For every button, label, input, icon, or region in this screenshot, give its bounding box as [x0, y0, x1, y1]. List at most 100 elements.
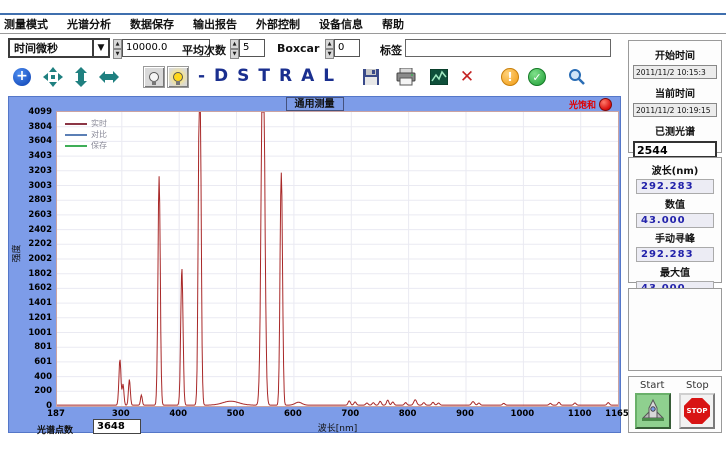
- mode-dropdown[interactable]: 时间微秒 ▼: [8, 38, 110, 58]
- legend-label: 对比: [91, 129, 107, 140]
- clear-button[interactable]: ✕: [456, 66, 478, 88]
- x-tick-label: 187: [41, 409, 71, 419]
- search-button[interactable]: [566, 66, 588, 88]
- info-button[interactable]: !: [499, 66, 521, 88]
- x-tick-label: 500: [221, 409, 251, 419]
- confirm-button[interactable]: ✓: [526, 66, 548, 88]
- start-time-value: 2011/11/2 10:15:3: [633, 65, 717, 79]
- x-tick-label: 1100: [565, 409, 595, 419]
- y-tick-label: 200: [14, 386, 52, 396]
- average-count-value[interactable]: 5: [239, 39, 265, 57]
- menu-separator: [0, 33, 726, 34]
- y-tick-label: 3403: [14, 151, 52, 161]
- x-tick-label: 1000: [507, 409, 537, 419]
- y-tick-label: 1201: [14, 313, 52, 323]
- plot-area[interactable]: 实时对比保存: [56, 111, 619, 407]
- toolbar: + -DSTRAL ✕ !: [0, 64, 726, 94]
- wavelength-label: 波长(nm): [629, 162, 721, 177]
- stepper-arrows-icon[interactable]: ▲▼: [113, 39, 122, 57]
- x-tick-label: 400: [163, 409, 193, 419]
- gridlines: [57, 112, 618, 406]
- boxcar-value[interactable]: 0: [334, 39, 360, 57]
- chevron-down-icon[interactable]: ▼: [92, 40, 108, 56]
- x-tick-label: 300: [106, 409, 136, 419]
- stepper-arrows-icon[interactable]: ▲▼: [325, 39, 334, 57]
- printer-icon: [396, 68, 416, 86]
- legend-item-0: 实时: [65, 118, 107, 129]
- value-label: 数值: [629, 196, 721, 211]
- x-tick-label: 600: [278, 409, 308, 419]
- lightbulb-on-icon: [173, 72, 183, 82]
- menu-item-5[interactable]: 设备信息: [319, 16, 363, 32]
- menu-item-1[interactable]: 光谱分析: [67, 16, 111, 32]
- add-button[interactable]: +: [11, 66, 33, 88]
- chart-legend: 实时对比保存: [65, 118, 107, 151]
- stop-button[interactable]: STOP: [679, 393, 715, 429]
- y-tick-label: 3804: [14, 122, 52, 132]
- menu-item-3[interactable]: 输出报告: [193, 16, 237, 32]
- saturation-indicator: 光饱和: [569, 98, 612, 111]
- lamp-on-button[interactable]: [167, 66, 189, 88]
- legend-line-icon: [65, 145, 87, 147]
- y-tick-label: 2002: [14, 254, 52, 264]
- y-tick-label: 2803: [14, 195, 52, 205]
- app-window: 测量模式 光谱分析 数据保存 输出报告 外部控制 设备信息 帮助 时间微秒 ▼ ▲▼ 100…: [0, 0, 726, 450]
- chart-panel: 通用测量 光饱和 强度 实时对比保存 409938043604340332033…: [8, 96, 621, 433]
- y-tick-label: 801: [14, 342, 52, 352]
- check-icon: ✓: [528, 68, 546, 86]
- y-tick-label: 1602: [14, 283, 52, 293]
- y-tick-label: 4099: [14, 107, 52, 117]
- menu-item-4[interactable]: 外部控制: [256, 16, 300, 32]
- y-tick-label: 2202: [14, 239, 52, 249]
- stepper-arrows-icon[interactable]: ▲▼: [230, 39, 239, 57]
- x-tick-label: 800: [393, 409, 423, 419]
- menu-bar: 测量模式 光谱分析 数据保存 输出报告 外部控制 设备信息 帮助: [0, 16, 726, 32]
- chart-icon: [430, 69, 448, 85]
- zoom-horizontal-button[interactable]: [98, 66, 120, 88]
- spacer-box: [628, 288, 722, 371]
- print-button[interactable]: [395, 66, 417, 88]
- current-time-label: 当前时间: [629, 85, 721, 100]
- start-time-label: 开始时间: [629, 47, 721, 62]
- zoom-vertical-button[interactable]: [70, 66, 92, 88]
- menu-item-2[interactable]: 数据保存: [130, 16, 174, 32]
- export-graph-button[interactable]: [428, 66, 450, 88]
- y-tick-label: 3003: [14, 181, 52, 191]
- average-count-stepper[interactable]: ▲▼ 5: [230, 39, 265, 57]
- y-tick-label: 3604: [14, 136, 52, 146]
- start-button-label: Start: [640, 380, 664, 391]
- plus-circle-icon: +: [13, 68, 31, 86]
- run-control-box: Start Stop STOP: [628, 376, 722, 433]
- spectra-count-value: 2544: [633, 141, 717, 158]
- y-tick-label: 1001: [14, 328, 52, 338]
- search-icon: [568, 68, 586, 86]
- move-arrows-icon: [43, 67, 63, 87]
- stop-sign-icon: STOP: [684, 398, 710, 424]
- tag-input[interactable]: [405, 39, 611, 57]
- wavelength-value: 292.283: [636, 179, 714, 194]
- y-tick-label: 2402: [14, 225, 52, 235]
- menu-item-0[interactable]: 测量模式: [4, 16, 48, 32]
- start-button[interactable]: [635, 393, 671, 429]
- y-tick-label: 1802: [14, 269, 52, 279]
- x-tick-label: 700: [335, 409, 365, 419]
- manual-peak-label: 手动寻峰: [629, 230, 721, 245]
- spectrum-points-input[interactable]: 3648: [93, 419, 141, 434]
- save-button[interactable]: [360, 66, 382, 88]
- menu-item-6[interactable]: 帮助: [382, 16, 404, 32]
- legend-line-icon: [65, 123, 87, 125]
- vertical-arrows-icon: [74, 67, 88, 87]
- legend-label: 实时: [91, 118, 107, 129]
- saturation-label: 光饱和: [569, 98, 596, 111]
- y-tick-label: 3203: [14, 166, 52, 176]
- pan-button[interactable]: [42, 66, 64, 88]
- current-time-value: 2011/11/2 10:19:15: [633, 103, 717, 117]
- lamp-off-button[interactable]: [143, 66, 165, 88]
- floppy-disk-icon: [362, 68, 380, 86]
- window-top-border: [0, 13, 726, 15]
- y-tick-label: 1401: [14, 298, 52, 308]
- boxcar-stepper[interactable]: ▲▼ 0: [325, 39, 360, 57]
- time-info-box: 开始时间 2011/11/2 10:15:3 当前时间 2011/11/2 10…: [628, 40, 722, 153]
- x-tick-label: 900: [450, 409, 480, 419]
- close-icon: ✕: [460, 67, 474, 87]
